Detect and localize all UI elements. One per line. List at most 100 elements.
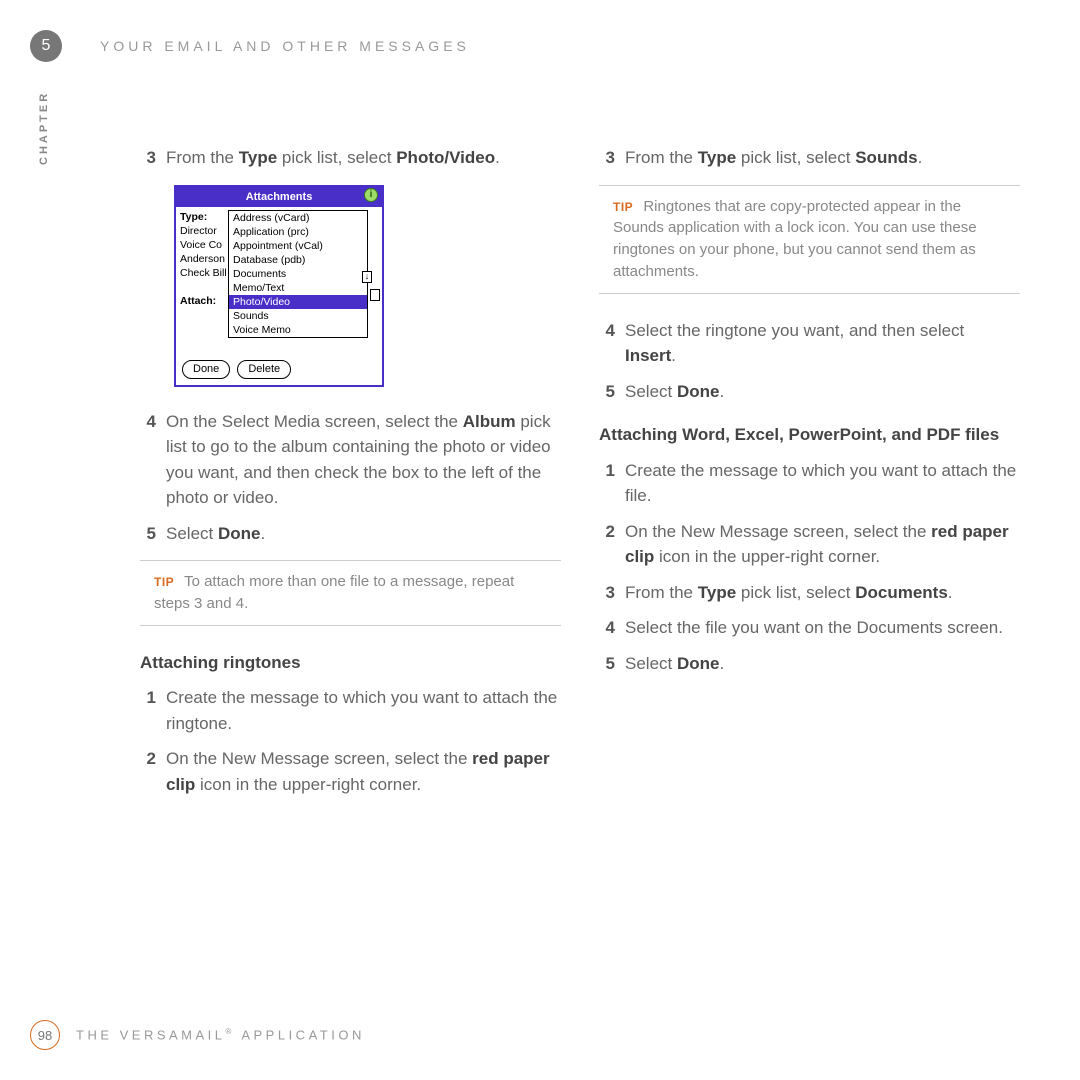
doc-step-5: 5 Select Done. — [599, 651, 1020, 677]
step-text: On the New Message screen, select the re… — [166, 746, 561, 797]
t: Type — [698, 583, 736, 602]
dropdown-option[interactable]: Appointment (vCal) — [229, 239, 367, 253]
step-number: 2 — [140, 746, 166, 797]
step-text: From the Type pick list, select Sounds. — [625, 145, 1020, 171]
doc-step-3: 3 From the Type pick list, select Docume… — [599, 580, 1020, 606]
tip-box: TIP To attach more than one file to a me… — [140, 560, 561, 626]
step-number: 3 — [599, 580, 625, 606]
dropdown-option[interactable]: Memo/Text — [229, 281, 367, 295]
t: Sounds — [855, 148, 917, 167]
t: On the New Message screen, select the — [166, 749, 472, 768]
ring-step-1: 1 Create the message to which you want t… — [140, 685, 561, 736]
dropdown-option[interactable]: Database (pdb) — [229, 253, 367, 267]
t: On the New Message screen, select the — [625, 522, 931, 541]
step-number: 1 — [599, 458, 625, 509]
section-heading-ringtones: Attaching ringtones — [140, 650, 561, 676]
footer-text: THE VERSAMAIL® APPLICATION — [76, 1027, 365, 1042]
dropdown-option[interactable]: Documents — [229, 267, 367, 281]
step-text: Select the ringtone you want, and then s… — [625, 318, 1020, 369]
tip-label: TIP — [613, 200, 633, 214]
type-label: Type: — [180, 210, 227, 224]
step-number: 4 — [599, 615, 625, 641]
dialog-title: Attachments — [246, 191, 313, 203]
t: Select — [625, 654, 677, 673]
dropdown-option[interactable]: Application (prc) — [229, 225, 367, 239]
t: . — [719, 654, 724, 673]
step-3-left: 3 From the Type pick list, select Photo/… — [140, 145, 561, 171]
step-number: 5 — [599, 651, 625, 677]
t: APPLICATION — [235, 1028, 365, 1043]
page-body: 3 From the Type pick list, select Photo/… — [140, 145, 1020, 1000]
dropdown-arrow-icon[interactable]: ↓ — [362, 271, 372, 283]
dialog-buttons: Done Delete — [176, 356, 382, 385]
step-5-left: 5 Select Done. — [140, 521, 561, 547]
t: Done — [677, 654, 720, 673]
step-text: Select Done. — [166, 521, 561, 547]
step-text: Select Done. — [625, 379, 1020, 405]
type-dropdown[interactable]: Address (vCard) Application (prc) Appoin… — [228, 210, 368, 338]
t: Insert — [625, 346, 671, 365]
attach-label: Attach: — [180, 294, 227, 308]
chapter-badge: 5 — [30, 30, 62, 62]
step-number: 1 — [140, 685, 166, 736]
dropdown-option[interactable]: Address (vCard) — [229, 211, 367, 225]
left-column: 3 From the Type pick list, select Photo/… — [140, 145, 561, 1000]
tip-text: To attach more than one file to a messag… — [154, 573, 514, 612]
t: Done — [218, 524, 261, 543]
step-number: 5 — [140, 521, 166, 547]
step-3-right: 3 From the Type pick list, select Sounds… — [599, 145, 1020, 171]
t: From the — [625, 148, 698, 167]
dialog-body: Type: Director Voice Co Anderson Check B… — [176, 207, 382, 356]
page-number-text: 98 — [38, 1028, 52, 1043]
right-column: 3 From the Type pick list, select Sounds… — [599, 145, 1020, 1000]
dropdown-option-selected[interactable]: Photo/Video — [229, 295, 367, 309]
done-button[interactable]: Done — [182, 360, 230, 379]
doc-step-2: 2 On the New Message screen, select the … — [599, 519, 1020, 570]
section-heading-docs: Attaching Word, Excel, PowerPoint, and P… — [599, 422, 1020, 448]
row-label: Director — [180, 224, 227, 238]
scroll-thumb[interactable] — [370, 289, 380, 301]
chapter-number: 5 — [42, 37, 51, 55]
step-number: 2 — [599, 519, 625, 570]
tip-text: Ringtones that are copy-protected appear… — [613, 198, 977, 280]
side-labels: Type: Director Voice Co Anderson Check B… — [180, 210, 227, 308]
t: THE VERSAMAIL — [76, 1028, 226, 1043]
footer: 98 THE VERSAMAIL® APPLICATION — [30, 1020, 365, 1050]
t: On the Select Media screen, select the — [166, 412, 463, 431]
t: pick list, select — [277, 148, 396, 167]
step-text: Create the message to which you want to … — [625, 458, 1020, 509]
ring-step-2: 2 On the New Message screen, select the … — [140, 746, 561, 797]
step-text: Select the file you want on the Document… — [625, 615, 1020, 641]
step-text: Select Done. — [625, 651, 1020, 677]
t: pick list, select — [736, 148, 855, 167]
page-number: 98 — [30, 1020, 60, 1050]
step-text: On the Select Media screen, select the A… — [166, 409, 561, 511]
step-number: 3 — [599, 145, 625, 171]
row-label: Voice Co — [180, 238, 227, 252]
t: Select the ringtone you want, and then s… — [625, 321, 964, 340]
row-label: Check Bill — [180, 266, 227, 280]
t: From the — [166, 148, 239, 167]
t: Type — [239, 148, 277, 167]
dropdown-option[interactable]: Sounds — [229, 309, 367, 323]
step-4-left: 4 On the Select Media screen, select the… — [140, 409, 561, 511]
step-text: On the New Message screen, select the re… — [625, 519, 1020, 570]
t: Album — [463, 412, 516, 431]
t: . — [719, 382, 724, 401]
step-number: 3 — [140, 145, 166, 171]
t: . — [671, 346, 676, 365]
doc-step-4: 4 Select the file you want on the Docume… — [599, 615, 1020, 641]
step-text: From the Type pick list, select Photo/Vi… — [166, 145, 561, 171]
dropdown-option[interactable]: Voice Memo — [229, 323, 367, 337]
step-5-right: 5 Select Done. — [599, 379, 1020, 405]
t: icon in the upper-right corner. — [654, 547, 880, 566]
t: pick list, select — [736, 583, 855, 602]
info-icon[interactable]: i — [364, 188, 378, 202]
t: . — [495, 148, 500, 167]
registered-icon: ® — [226, 1027, 235, 1036]
t: . — [918, 148, 923, 167]
step-text: From the Type pick list, select Document… — [625, 580, 1020, 606]
delete-button[interactable]: Delete — [237, 360, 291, 379]
attachments-dialog: Attachments i Type: Director Voice Co An… — [174, 185, 384, 387]
t: Photo/Video — [396, 148, 495, 167]
